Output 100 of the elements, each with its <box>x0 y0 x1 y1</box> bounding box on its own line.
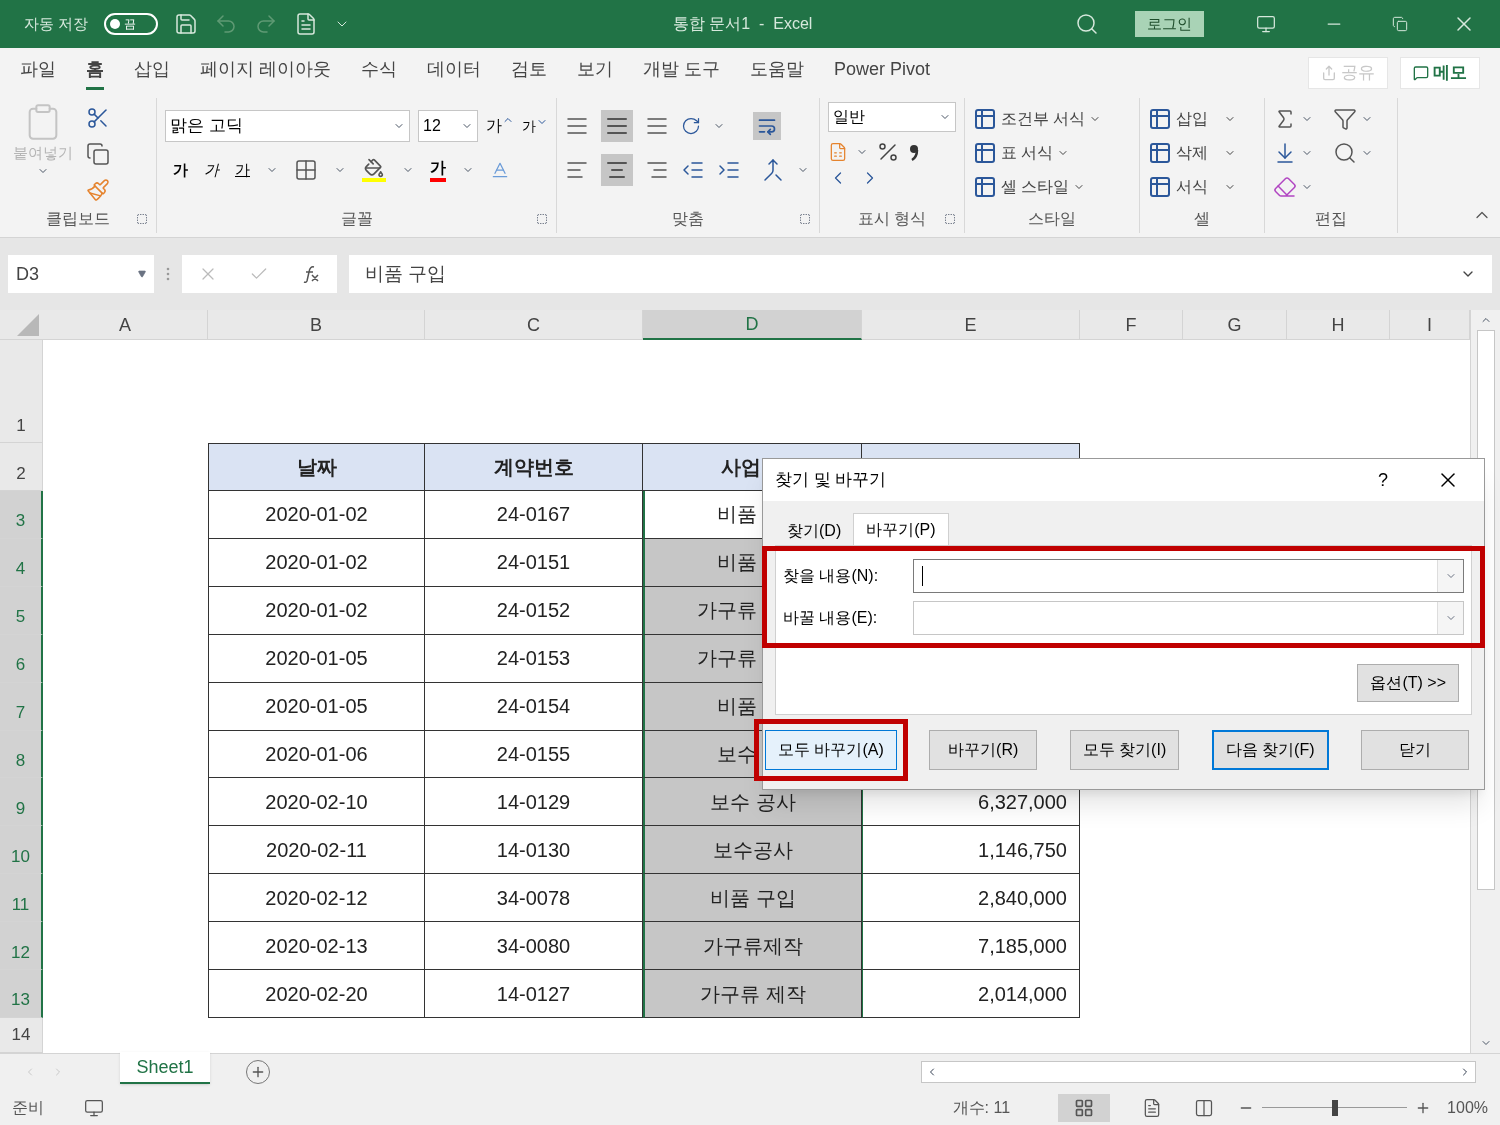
dialog-button[interactable]: 모두 바꾸기(A) <box>765 730 897 770</box>
column-header[interactable]: A <box>43 310 208 340</box>
date-cell: 2020-01-06 <box>208 730 425 779</box>
row-header[interactable]: 12 <box>0 922 43 971</box>
bold-button[interactable]: 가 <box>173 158 188 182</box>
row-header[interactable]: 5 <box>0 586 43 635</box>
phonetic-icon[interactable] <box>490 160 510 180</box>
save-icon[interactable] <box>174 12 199 36</box>
dialog-launcher-icon[interactable] <box>944 213 956 225</box>
style-menu-button[interactable]: 조건부 서식 <box>973 102 1102 136</box>
ribbon-tab[interactable]: Power Pivot <box>834 56 931 90</box>
row-header[interactable]: 14 <box>0 1017 43 1053</box>
decrease-font-button[interactable]: 가 <box>522 115 548 137</box>
ribbon-tab[interactable]: 보기 <box>577 56 613 90</box>
column-header[interactable]: H <box>1287 310 1390 340</box>
dialog-launcher-icon[interactable] <box>536 213 548 225</box>
ribbon-tab[interactable]: 도움말 <box>750 56 805 90</box>
merge-icon[interactable] <box>761 158 785 182</box>
clear-icon[interactable] <box>1273 175 1297 199</box>
ribbon-tab[interactable]: 검토 <box>511 56 547 90</box>
ribbon-tab[interactable]: 삽입 <box>134 56 170 90</box>
format-painter-icon[interactable] <box>86 178 110 202</box>
insert-function-icon[interactable] <box>301 264 322 284</box>
copy-icon[interactable] <box>86 142 110 166</box>
dialog-launcher-icon[interactable] <box>136 213 148 225</box>
style-menu-button[interactable]: 표 서식 <box>973 136 1070 170</box>
dialog-tab[interactable]: 바꾸기(P) <box>853 513 949 545</box>
page-break-icon[interactable] <box>1194 1097 1215 1118</box>
ribbon-tab[interactable]: 홈 <box>86 56 104 90</box>
ribbon-tab[interactable]: 데이터 <box>427 56 481 90</box>
row-header[interactable]: 1 <box>0 340 43 443</box>
zoom-thumb[interactable] <box>1331 1099 1338 1116</box>
font-size-dropdown[interactable]: 12 <box>418 110 478 142</box>
column-header[interactable]: E <box>862 310 1080 340</box>
dialog-launcher-icon[interactable] <box>799 213 811 225</box>
options-button[interactable]: 옵션(T) >> <box>1357 664 1459 702</box>
zoom-slider[interactable] <box>1262 1099 1408 1116</box>
text-field[interactable] <box>913 601 1464 635</box>
dialog-button[interactable]: 닫기 <box>1360 730 1469 770</box>
memo-button[interactable]: 메모 <box>1400 57 1480 89</box>
column-header[interactable]: F <box>1080 310 1183 340</box>
amount-cell: 2,840,000 <box>862 874 1080 923</box>
text-cursor <box>922 566 923 586</box>
table-header-cell: 날짜 <box>208 443 425 491</box>
row-header[interactable]: 8 <box>0 730 43 779</box>
ribbon-tab[interactable]: 수식 <box>361 56 397 90</box>
column-header[interactable]: G <box>1183 310 1287 340</box>
row-header[interactable]: 3 <box>0 491 43 539</box>
cut-icon[interactable] <box>86 106 110 130</box>
login-button[interactable]: 로그인 <box>1135 11 1204 37</box>
align-center-icon[interactable] <box>601 154 633 186</box>
dialog-button[interactable]: 다음 찾기(F) <box>1211 730 1329 770</box>
autosave-toggle[interactable]: 끔 <box>104 13 159 35</box>
comma-style-icon[interactable] <box>908 142 920 162</box>
restore-icon[interactable] <box>1392 16 1408 32</box>
increase-font-button[interactable]: 가 <box>486 114 514 138</box>
find-icon[interactable] <box>1333 141 1357 165</box>
name-box[interactable]: D3 <box>8 255 154 293</box>
dialog-button[interactable]: 모두 찾기(I) <box>1069 730 1180 770</box>
fill-color-icon[interactable] <box>362 158 386 182</box>
style-menu-button[interactable]: 셀 스타일 <box>973 170 1086 204</box>
row-header[interactable]: 2 <box>0 443 43 491</box>
underline-button[interactable]: 가 <box>235 158 250 182</box>
horizontal-scrollbar[interactable] <box>921 1061 1476 1083</box>
table-icon <box>973 175 997 199</box>
number-format-dropdown[interactable]: 일반 <box>828 102 956 132</box>
row-header[interactable]: 11 <box>0 874 43 923</box>
orientation-icon[interactable] <box>681 116 701 136</box>
row-header[interactable]: 6 <box>0 634 43 683</box>
formula-input[interactable]: 비품 구입 <box>349 255 1492 293</box>
row-header[interactable]: 9 <box>0 778 43 827</box>
column-header[interactable]: D <box>643 310 862 340</box>
cells-menu-button[interactable]: 서식 <box>1148 170 1236 204</box>
grip-icon[interactable] <box>166 267 170 281</box>
normal-view-icon[interactable] <box>1058 1093 1111 1122</box>
dialog-button[interactable]: 바꾸기(R) <box>929 730 1038 770</box>
percent-icon[interactable] <box>876 140 900 164</box>
wrap-text-icon[interactable] <box>753 112 781 140</box>
zoom-level[interactable]: 100% <box>1447 1095 1488 1120</box>
italic-button[interactable]: 가 <box>204 158 219 182</box>
row-header[interactable]: 4 <box>0 538 43 587</box>
ribbon-tab[interactable]: 파일 <box>20 56 56 90</box>
text-field[interactable] <box>913 559 1464 593</box>
row-header[interactable]: 10 <box>0 826 43 875</box>
column-header[interactable]: B <box>208 310 425 340</box>
middle-align-icon[interactable] <box>601 110 633 142</box>
cells-menu-button[interactable]: 삭제 <box>1148 136 1236 170</box>
sheet-tab[interactable]: Sheet1 <box>120 1052 210 1084</box>
cells-menu-button[interactable]: 삽입 <box>1148 102 1236 136</box>
date-cell: 2020-01-02 <box>208 538 425 587</box>
help-button[interactable]: ? <box>1378 466 1388 494</box>
search-icon[interactable] <box>1075 12 1099 36</box>
sort-filter-icon[interactable] <box>1333 107 1357 131</box>
row-header[interactable]: 7 <box>0 682 43 731</box>
font-name-dropdown[interactable]: 맑은 고딕 <box>165 110 410 142</box>
ribbon-tab[interactable]: 페이지 레이아웃 <box>200 56 331 90</box>
font-color-button[interactable]: 가 <box>430 158 446 182</box>
row-header[interactable]: 13 <box>0 970 43 1018</box>
ribbon-tab[interactable]: 개발 도구 <box>643 56 721 90</box>
borders-icon[interactable] <box>294 158 318 182</box>
